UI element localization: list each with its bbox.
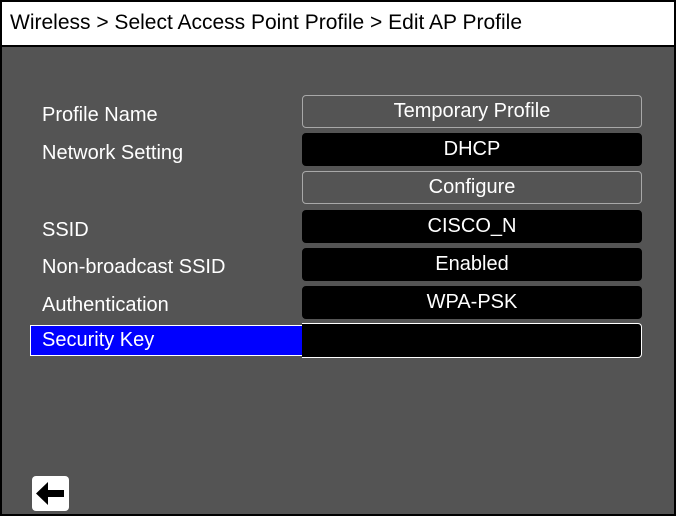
breadcrumb: Wireless > Select Access Point Profile >… [10, 11, 523, 34]
authentication-label: Authentication [42, 294, 169, 316]
ssid-label: SSID [42, 219, 89, 241]
edit-ap-profile-screen: Wireless > Select Access Point Profile >… [0, 0, 676, 516]
non-broadcast-ssid-value[interactable]: Enabled [302, 248, 642, 281]
ssid-value[interactable]: CISCO_N [302, 210, 642, 243]
profile-name-button[interactable]: Temporary Profile [302, 95, 642, 128]
title-bar: Wireless > Select Access Point Profile >… [2, 2, 674, 47]
back-button[interactable] [32, 476, 69, 511]
security-key-field[interactable] [302, 323, 642, 358]
security-key-label[interactable]: Security Key [30, 325, 302, 356]
configure-button[interactable]: Configure [302, 171, 642, 204]
non-broadcast-ssid-label: Non-broadcast SSID [42, 256, 226, 278]
authentication-value[interactable]: WPA-PSK [302, 286, 642, 319]
left-arrow-icon [36, 482, 64, 505]
network-setting-label: Network Setting [42, 142, 184, 164]
network-setting-value[interactable]: DHCP [302, 133, 642, 166]
profile-name-label: Profile Name [42, 104, 158, 126]
